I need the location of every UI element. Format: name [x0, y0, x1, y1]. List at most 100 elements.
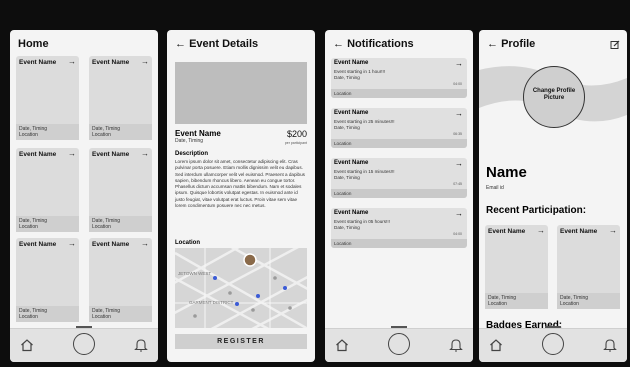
event-card[interactable]: Event Name → Date, Timing Location	[89, 148, 152, 232]
event-card-name: Event Name	[488, 228, 526, 235]
notification-card[interactable]: Event Name → Event starting in 1 hour!!!…	[331, 58, 467, 98]
event-card[interactable]: Event Name → Date, Timing Location	[16, 238, 79, 322]
page-title-text: Event Details	[189, 38, 259, 50]
home-icon[interactable]	[20, 338, 34, 352]
circle-icon[interactable]	[73, 333, 95, 355]
event-details-screen: ← Event Details Event Name Date, Timing …	[167, 30, 315, 362]
circle-icon[interactable]	[542, 333, 564, 355]
bell-icon[interactable]	[449, 337, 463, 353]
bell-icon[interactable]	[134, 337, 148, 353]
event-card-location: Location	[19, 314, 38, 320]
description-text: Lorem ipsum dolor sit amet, consectetur …	[175, 159, 305, 209]
event-card-footer: Date, Timing Location	[16, 306, 79, 322]
profile-screen: ← Profile Change Profile Picture Name Em…	[479, 30, 627, 362]
notification-time: 04:00	[453, 82, 462, 86]
notification-date: Date, Timing	[334, 75, 360, 80]
change-picture-label: Change Profile Picture	[532, 88, 576, 101]
arrow-right-icon[interactable]: →	[68, 239, 76, 248]
profile-email: Email id	[486, 185, 504, 191]
bottom-nav	[325, 326, 473, 362]
event-card-name: Event Name	[92, 241, 130, 248]
arrow-right-icon[interactable]: →	[455, 109, 463, 118]
arrow-right-icon[interactable]: →	[455, 209, 463, 218]
location-map[interactable]: JETOWN WEST GARMENT DISTRICT	[175, 248, 307, 328]
profile-name: Name	[486, 164, 527, 181]
event-card-location: Location	[92, 224, 111, 230]
arrow-right-icon[interactable]: →	[68, 57, 76, 66]
map-label: JETOWN WEST	[178, 271, 211, 276]
back-arrow-icon[interactable]: ←	[487, 38, 501, 50]
arrow-right-icon[interactable]: →	[455, 159, 463, 168]
home-icon[interactable]	[335, 338, 349, 352]
price-note: per participant	[284, 141, 307, 145]
location-heading: Location	[175, 240, 200, 246]
event-card-name: Event Name	[560, 228, 598, 235]
back-arrow-icon[interactable]: ←	[333, 38, 347, 50]
event-card-location: Location	[19, 132, 38, 138]
back-arrow-icon[interactable]: ←	[175, 38, 189, 50]
event-card-footer: Date, Timing Location	[485, 293, 548, 309]
recent-event-card[interactable]: Event Name → Date, Timing Location	[485, 225, 548, 309]
notification-date: Date, Timing	[334, 175, 360, 180]
event-card[interactable]: Event Name → Date, Timing Location	[89, 56, 152, 140]
page-title-text: Notifications	[347, 38, 414, 50]
mockup-stage: Home Event Name → Date, Timing Location …	[0, 0, 630, 367]
edit-icon[interactable]	[610, 40, 620, 50]
event-card-name: Event Name	[92, 59, 130, 66]
arrow-right-icon[interactable]: →	[537, 226, 545, 235]
event-date: Date, Timing	[175, 138, 204, 144]
event-card[interactable]: Event Name → Date, Timing Location	[89, 238, 152, 322]
notification-message: Event starting in 25 minutes!!!	[334, 119, 395, 124]
notification-message: Event starting in 05 hours!!!	[334, 219, 390, 224]
notification-card[interactable]: Event Name → Event starting in 05 hours!…	[331, 208, 467, 248]
notification-event-name: Event Name	[334, 110, 369, 116]
bell-icon[interactable]	[603, 337, 617, 353]
notification-date: Date, Timing	[334, 225, 360, 230]
bottom-nav	[479, 326, 627, 362]
event-card-name: Event Name	[19, 151, 57, 158]
arrow-right-icon[interactable]: →	[609, 226, 617, 235]
event-card-location: Location	[488, 301, 507, 307]
notification-date: Date, Timing	[334, 125, 360, 130]
event-card[interactable]: Event Name → Date, Timing Location	[16, 148, 79, 232]
recent-event-card[interactable]: Event Name → Date, Timing Location	[557, 225, 620, 309]
notifications-screen: ← Notifications Event Name → Event start…	[325, 30, 473, 362]
map-graphic: JETOWN WEST GARMENT DISTRICT	[175, 248, 307, 328]
notification-location: Location	[331, 189, 467, 198]
event-name: Event Name	[175, 129, 221, 138]
page-title-text: Profile	[501, 38, 536, 50]
event-card-footer: Date, Timing Location	[16, 216, 79, 232]
recent-participation-heading: Recent Participation:	[486, 205, 587, 216]
arrow-right-icon[interactable]: →	[141, 57, 149, 66]
circle-icon[interactable]	[388, 333, 410, 355]
notification-location: Location	[331, 239, 467, 248]
home-icon[interactable]	[489, 338, 503, 352]
notification-time: 07:45	[453, 182, 462, 186]
event-card-name: Event Name	[19, 241, 57, 248]
notification-card[interactable]: Event Name → Event starting in 25 minute…	[331, 108, 467, 148]
notification-event-name: Event Name	[334, 60, 369, 66]
event-card-footer: Date, Timing Location	[89, 306, 152, 322]
bottom-nav	[10, 326, 158, 362]
event-price: $200	[286, 129, 307, 139]
event-card[interactable]: Event Name → Date, Timing Location	[16, 56, 79, 140]
arrow-right-icon[interactable]: →	[141, 149, 149, 158]
event-card-name: Event Name	[92, 151, 130, 158]
notification-card[interactable]: Event Name → Event starting in 15 minute…	[331, 158, 467, 198]
notification-location: Location	[331, 139, 467, 148]
event-card-footer: Date, Timing Location	[89, 216, 152, 232]
event-card-footer: Date, Timing Location	[16, 124, 79, 140]
arrow-right-icon[interactable]: →	[68, 149, 76, 158]
notification-time: 06:35	[453, 132, 462, 136]
profile-picture[interactable]: Change Profile Picture	[523, 66, 585, 128]
arrow-right-icon[interactable]: →	[141, 239, 149, 248]
arrow-right-icon[interactable]: →	[455, 59, 463, 68]
nav-indicator	[76, 326, 92, 328]
notification-event-name: Event Name	[334, 160, 369, 166]
notification-location: Location	[331, 89, 467, 98]
event-card-name: Event Name	[19, 59, 57, 66]
description-heading: Description	[175, 151, 209, 157]
register-button[interactable]: REGISTER	[175, 334, 307, 349]
page-title: ← Event Details	[175, 38, 258, 50]
event-card-location: Location	[92, 314, 111, 320]
